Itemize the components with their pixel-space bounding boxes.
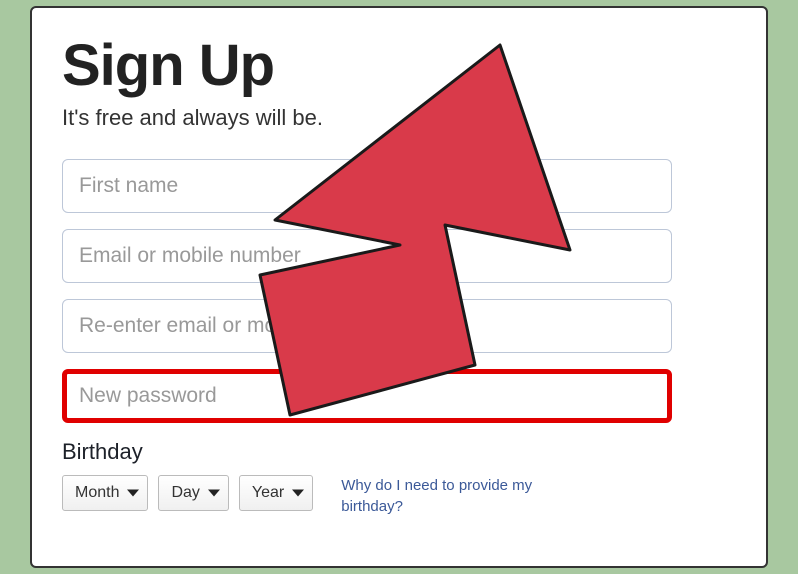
signup-form-panel: Sign Up It's free and always will be. Bi…: [30, 6, 768, 568]
birthday-year-select[interactable]: Year: [239, 475, 313, 511]
chevron-down-icon: [208, 490, 220, 497]
email-field[interactable]: [62, 229, 672, 283]
password-input[interactable]: [79, 384, 655, 408]
reenter-email-input[interactable]: [79, 314, 655, 338]
reenter-email-field[interactable]: [62, 299, 672, 353]
birthday-month-value: Month: [75, 484, 119, 502]
birthday-label: Birthday: [62, 439, 736, 465]
page-subtitle: It's free and always will be.: [62, 105, 736, 131]
email-input[interactable]: [79, 244, 655, 268]
birthday-day-value: Day: [171, 484, 199, 502]
birthday-day-select[interactable]: Day: [158, 475, 228, 511]
birthday-help-link[interactable]: Why do I need to provide my birthday?: [341, 475, 541, 517]
birthday-month-select[interactable]: Month: [62, 475, 148, 511]
first-name-input[interactable]: [79, 174, 655, 198]
chevron-down-icon: [292, 490, 304, 497]
first-name-field[interactable]: [62, 159, 672, 213]
page-title: Sign Up: [62, 32, 736, 99]
chevron-down-icon: [127, 490, 139, 497]
birthday-row: Month Day Year Why do I need to provide …: [62, 475, 736, 517]
birthday-year-value: Year: [252, 484, 284, 502]
password-field[interactable]: [62, 369, 672, 423]
